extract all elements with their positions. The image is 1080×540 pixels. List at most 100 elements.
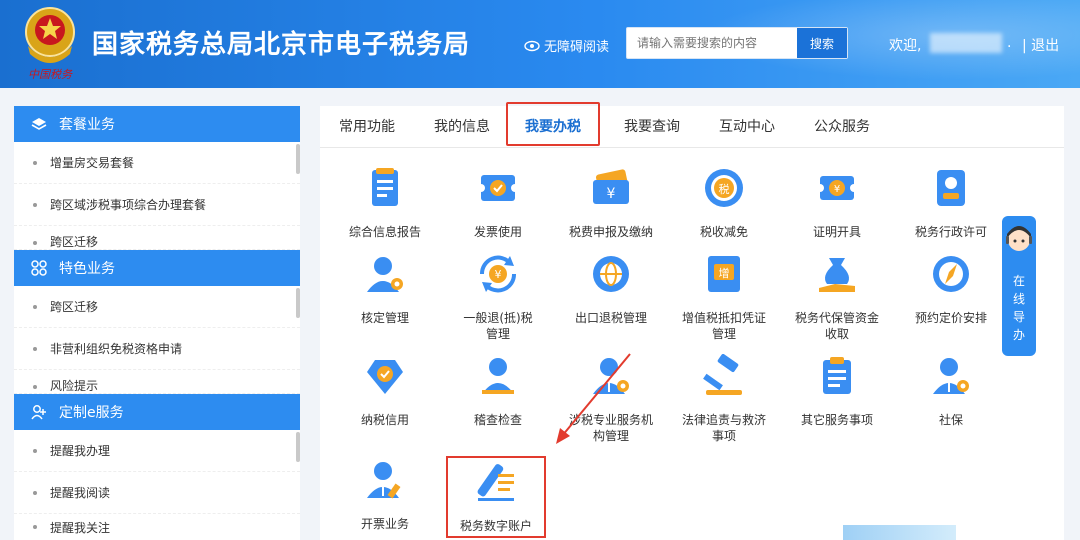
sidebar-section-title: 定制e服务 xyxy=(59,405,124,421)
svg-text:税: 税 xyxy=(719,182,730,196)
tile-invoice-use[interactable]: 发票使用 xyxy=(443,166,553,240)
tile-comprehensive-report[interactable]: 综合信息报告 xyxy=(330,166,440,240)
tile-vat-deduction[interactable]: 增 增值税抵扣凭证 管理 xyxy=(669,252,779,342)
tile-label: 发票使用 xyxy=(473,225,522,239)
tab-bar: 常用功能 我的信息 我要办税 我要查询 互动中心 公众服务 xyxy=(320,106,1064,148)
sidebar-item-label: 风险提示 xyxy=(50,379,99,393)
bottom-banner-thumbnail xyxy=(843,525,956,540)
tax-payment-icon: ¥ xyxy=(593,169,629,204)
sidebar-item-label: 增量房交易套餐 xyxy=(50,156,135,170)
svg-text:¥: ¥ xyxy=(607,186,616,202)
sidebar-item-label: 跨区迁移 xyxy=(50,300,99,314)
accessibility-link[interactable]: 无障碍阅读 xyxy=(524,36,609,55)
tile-invoicing[interactable]: 开票业务 xyxy=(330,458,440,532)
tile-custody-funds[interactable]: 税务代保管资金 收取 xyxy=(782,252,892,342)
sidebar-item[interactable]: 风险提示 xyxy=(14,370,300,394)
sidebar-section-package[interactable]: 套餐业务 xyxy=(14,106,300,142)
tab-interaction[interactable]: 互动中心 xyxy=(706,106,788,148)
search-bar: 搜索 xyxy=(626,27,848,59)
sidebar-item[interactable]: 非营利组织免税资格申请 xyxy=(14,328,300,370)
sidebar-item[interactable]: 提醒我关注 xyxy=(14,514,300,540)
bullet xyxy=(33,525,37,529)
tile-label-line2: 事项 xyxy=(711,429,736,443)
tile-social-security[interactable]: 社保 xyxy=(896,354,1006,428)
tile-label: 证明开具 xyxy=(812,225,861,239)
social-security-icon xyxy=(933,358,969,394)
tab-highlight-box xyxy=(506,102,600,146)
scrollbar[interactable] xyxy=(296,144,300,174)
tile-label: 纳税信用 xyxy=(360,413,409,427)
guide-char: 线 xyxy=(1012,292,1025,306)
tile-general-refund[interactable]: ¥ 一般退(抵)税 管理 xyxy=(443,252,553,342)
accessibility-label[interactable]: 无障碍阅读 xyxy=(544,36,609,55)
compass-icon xyxy=(933,256,969,292)
bullet xyxy=(33,202,37,207)
eye-icon xyxy=(524,40,540,51)
tile-inspection[interactable]: 稽查检查 xyxy=(443,354,553,428)
logout-link[interactable]: | 退出 xyxy=(1022,35,1059,55)
tile-export-refund[interactable]: 出口退税管理 xyxy=(556,252,666,326)
tab-query[interactable]: 我要查询 xyxy=(611,106,693,148)
certificate-icon: ¥ xyxy=(816,176,858,200)
tile-assessment[interactable]: 核定管理 xyxy=(330,252,440,326)
credit-diamond-icon xyxy=(367,360,403,394)
gavel-icon xyxy=(703,353,742,395)
tile-tax-declaration[interactable]: ¥ 税费申报及缴纳 xyxy=(556,166,666,240)
clipboard-icon xyxy=(823,357,851,394)
layers-icon xyxy=(31,116,47,132)
tile-highlight-box xyxy=(446,456,546,538)
tile-tax-relief[interactable]: 税 税收减免 xyxy=(669,166,779,240)
assistant-avatar-icon xyxy=(1006,226,1032,251)
sidebar-item[interactable]: 跨区迁移 xyxy=(14,226,300,250)
tile-tax-credit[interactable]: 纳税信用 xyxy=(330,354,440,428)
tile-label-line2: 管理 xyxy=(711,327,736,341)
sidebar-section-featured[interactable]: 特色业务 xyxy=(14,250,300,286)
tab-my-info[interactable]: 我的信息 xyxy=(421,106,503,148)
masked-username xyxy=(930,33,1002,53)
user-gear-icon xyxy=(367,257,403,292)
main-panel: 常用功能 我的信息 我要办税 我要查询 互动中心 公众服务 综合信息报告 发票使… xyxy=(320,102,1064,540)
annotation-arrow-icon xyxy=(556,353,631,444)
scrollbar[interactable] xyxy=(296,432,300,462)
svg-text:¥: ¥ xyxy=(834,184,840,195)
tile-certificate[interactable]: ¥ 证明开具 xyxy=(782,166,892,240)
tile-label: 一般退(抵)税 xyxy=(463,311,533,325)
tile-advance-pricing[interactable]: 预约定价安排 xyxy=(896,252,1006,326)
issue-invoice-icon xyxy=(367,462,401,499)
tile-legal-remedy[interactable]: 法律追责与救济 事项 xyxy=(669,353,779,444)
tile-label-line2: 管理 xyxy=(485,327,510,341)
refund-icon: ¥ xyxy=(479,255,517,293)
tile-label: 税务行政许可 xyxy=(914,225,987,239)
guide-char: 在 xyxy=(1012,274,1025,288)
money-bag-icon xyxy=(819,258,855,292)
tile-other-services[interactable]: 其它服务事项 xyxy=(782,354,892,428)
sidebar-item-label: 提醒我办理 xyxy=(50,444,111,458)
tile-label: 法律追责与救济 xyxy=(681,413,766,427)
sidebar-section-title: 特色业务 xyxy=(59,261,115,277)
tile-admin-license[interactable]: 税务行政许可 xyxy=(896,166,1006,240)
grid-icon xyxy=(31,260,47,276)
search-input[interactable] xyxy=(627,28,795,58)
sidebar-item-label: 跨区迁移 xyxy=(50,235,99,249)
sidebar-item[interactable]: 跨区迁移 xyxy=(14,286,300,328)
sidebar-section-custom[interactable]: 定制e服务 xyxy=(14,394,300,430)
bullet xyxy=(33,304,37,309)
bullet xyxy=(33,160,37,165)
sidebar-item[interactable]: 提醒我阅读 xyxy=(14,472,300,514)
bullet xyxy=(33,385,37,389)
sidebar-item[interactable]: 增量房交易套餐 xyxy=(14,142,300,184)
tile-label: 税收减免 xyxy=(699,225,748,239)
sidebar-item[interactable]: 跨区域涉税事项综合办理套餐 xyxy=(14,184,300,226)
sidebar-item-label: 非营利组织免税资格申请 xyxy=(50,342,183,356)
svg-text:¥: ¥ xyxy=(495,268,502,281)
scrollbar[interactable] xyxy=(296,288,300,318)
bullet xyxy=(33,241,37,245)
username-suffix: . xyxy=(1007,35,1012,51)
tab-public-service[interactable]: 公众服务 xyxy=(801,106,883,148)
search-button[interactable]: 搜索 xyxy=(797,28,847,58)
tile-label: 稽查检查 xyxy=(473,413,522,427)
tile-label: 社保 xyxy=(938,413,963,427)
sidebar-item[interactable]: 提醒我办理 xyxy=(14,430,300,472)
tab-common-functions[interactable]: 常用功能 xyxy=(326,106,408,148)
tile-label: 开票业务 xyxy=(360,517,409,531)
